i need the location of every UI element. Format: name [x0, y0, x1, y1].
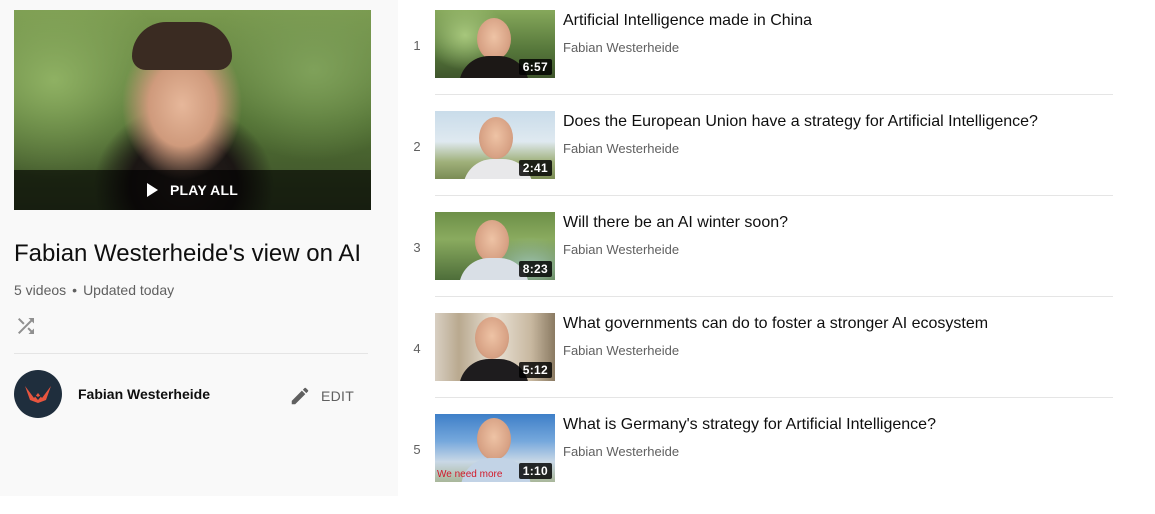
- playlist-video-item[interactable]: 2 2:41 Does the European Union have a st…: [400, 111, 1113, 211]
- playlist-title: Fabian Westerheide's view on AI: [14, 240, 361, 267]
- video-title[interactable]: What is Germany's strategy for Artificia…: [563, 416, 936, 434]
- video-duration: 6:57: [518, 59, 552, 75]
- video-count: 5 videos: [14, 282, 67, 298]
- video-title[interactable]: Will there be an AI winter soon?: [563, 214, 788, 232]
- owner-name[interactable]: Fabian Westerheide: [78, 386, 210, 402]
- play-all-button[interactable]: PLAY ALL: [14, 170, 371, 210]
- video-title[interactable]: What governments can do to foster a stro…: [563, 315, 988, 333]
- playlist-hero-thumbnail[interactable]: PLAY ALL: [14, 10, 371, 210]
- pencil-icon: [291, 387, 309, 405]
- video-duration: 5:12: [518, 362, 552, 378]
- video-title[interactable]: Does the European Union have a strategy …: [563, 113, 1038, 131]
- video-caption: We need more: [437, 469, 503, 480]
- shuffle-button[interactable]: [14, 314, 38, 338]
- video-index: 2: [413, 139, 421, 154]
- video-channel[interactable]: Fabian Westerheide: [563, 343, 679, 358]
- video-channel[interactable]: Fabian Westerheide: [563, 242, 679, 257]
- video-duration: 1:10: [518, 463, 552, 479]
- video-duration: 8:23: [518, 261, 552, 277]
- play-icon: [147, 183, 158, 197]
- video-index: 4: [413, 341, 421, 356]
- video-index: 5: [413, 442, 421, 457]
- playlist-sidebar: PLAY ALL Fabian Westerheide's view on AI…: [0, 0, 398, 496]
- row-divider: [435, 397, 1113, 398]
- edit-label: EDIT: [321, 388, 355, 404]
- video-channel[interactable]: Fabian Westerheide: [563, 444, 679, 459]
- updated-label: Updated today: [83, 282, 175, 298]
- row-divider: [435, 296, 1113, 297]
- video-thumbnail[interactable]: 2:41: [435, 111, 555, 179]
- video-title[interactable]: Artificial Intelligence made in China: [563, 12, 812, 30]
- play-all-label: PLAY ALL: [170, 182, 238, 198]
- row-divider: [435, 195, 1113, 196]
- video-index: 1: [413, 38, 421, 53]
- stats-separator: •: [72, 282, 78, 298]
- hero-image-detail: [132, 22, 232, 70]
- shuffle-icon: [18, 318, 34, 334]
- playlist-video-item[interactable]: 3 8:23 Will there be an AI winter soon? …: [400, 212, 1113, 312]
- video-thumbnail[interactable]: 8:23: [435, 212, 555, 280]
- sidebar-divider: [14, 353, 368, 354]
- edit-button[interactable]: EDIT: [289, 382, 354, 410]
- playlist-stats: 5 videos • Updated today: [14, 282, 174, 298]
- video-channel[interactable]: Fabian Westerheide: [563, 141, 679, 156]
- video-thumbnail[interactable]: 6:57: [435, 10, 555, 78]
- video-thumbnail[interactable]: 5:12: [435, 313, 555, 381]
- playlist-video-item[interactable]: 1 6:57 Artificial Intelligence made in C…: [400, 10, 1113, 110]
- video-channel[interactable]: Fabian Westerheide: [563, 40, 679, 55]
- video-thumbnail[interactable]: We need more 1:10: [435, 414, 555, 482]
- row-divider: [435, 94, 1113, 95]
- video-duration: 2:41: [518, 160, 552, 176]
- playlist-video-item[interactable]: 5 We need more 1:10 What is Germany's st…: [400, 414, 1113, 514]
- video-index: 3: [413, 240, 421, 255]
- fox-logo-icon: [25, 386, 51, 403]
- avatar[interactable]: [14, 370, 62, 418]
- playlist-video-item[interactable]: 4 5:12 What governments can do to foster…: [400, 313, 1113, 413]
